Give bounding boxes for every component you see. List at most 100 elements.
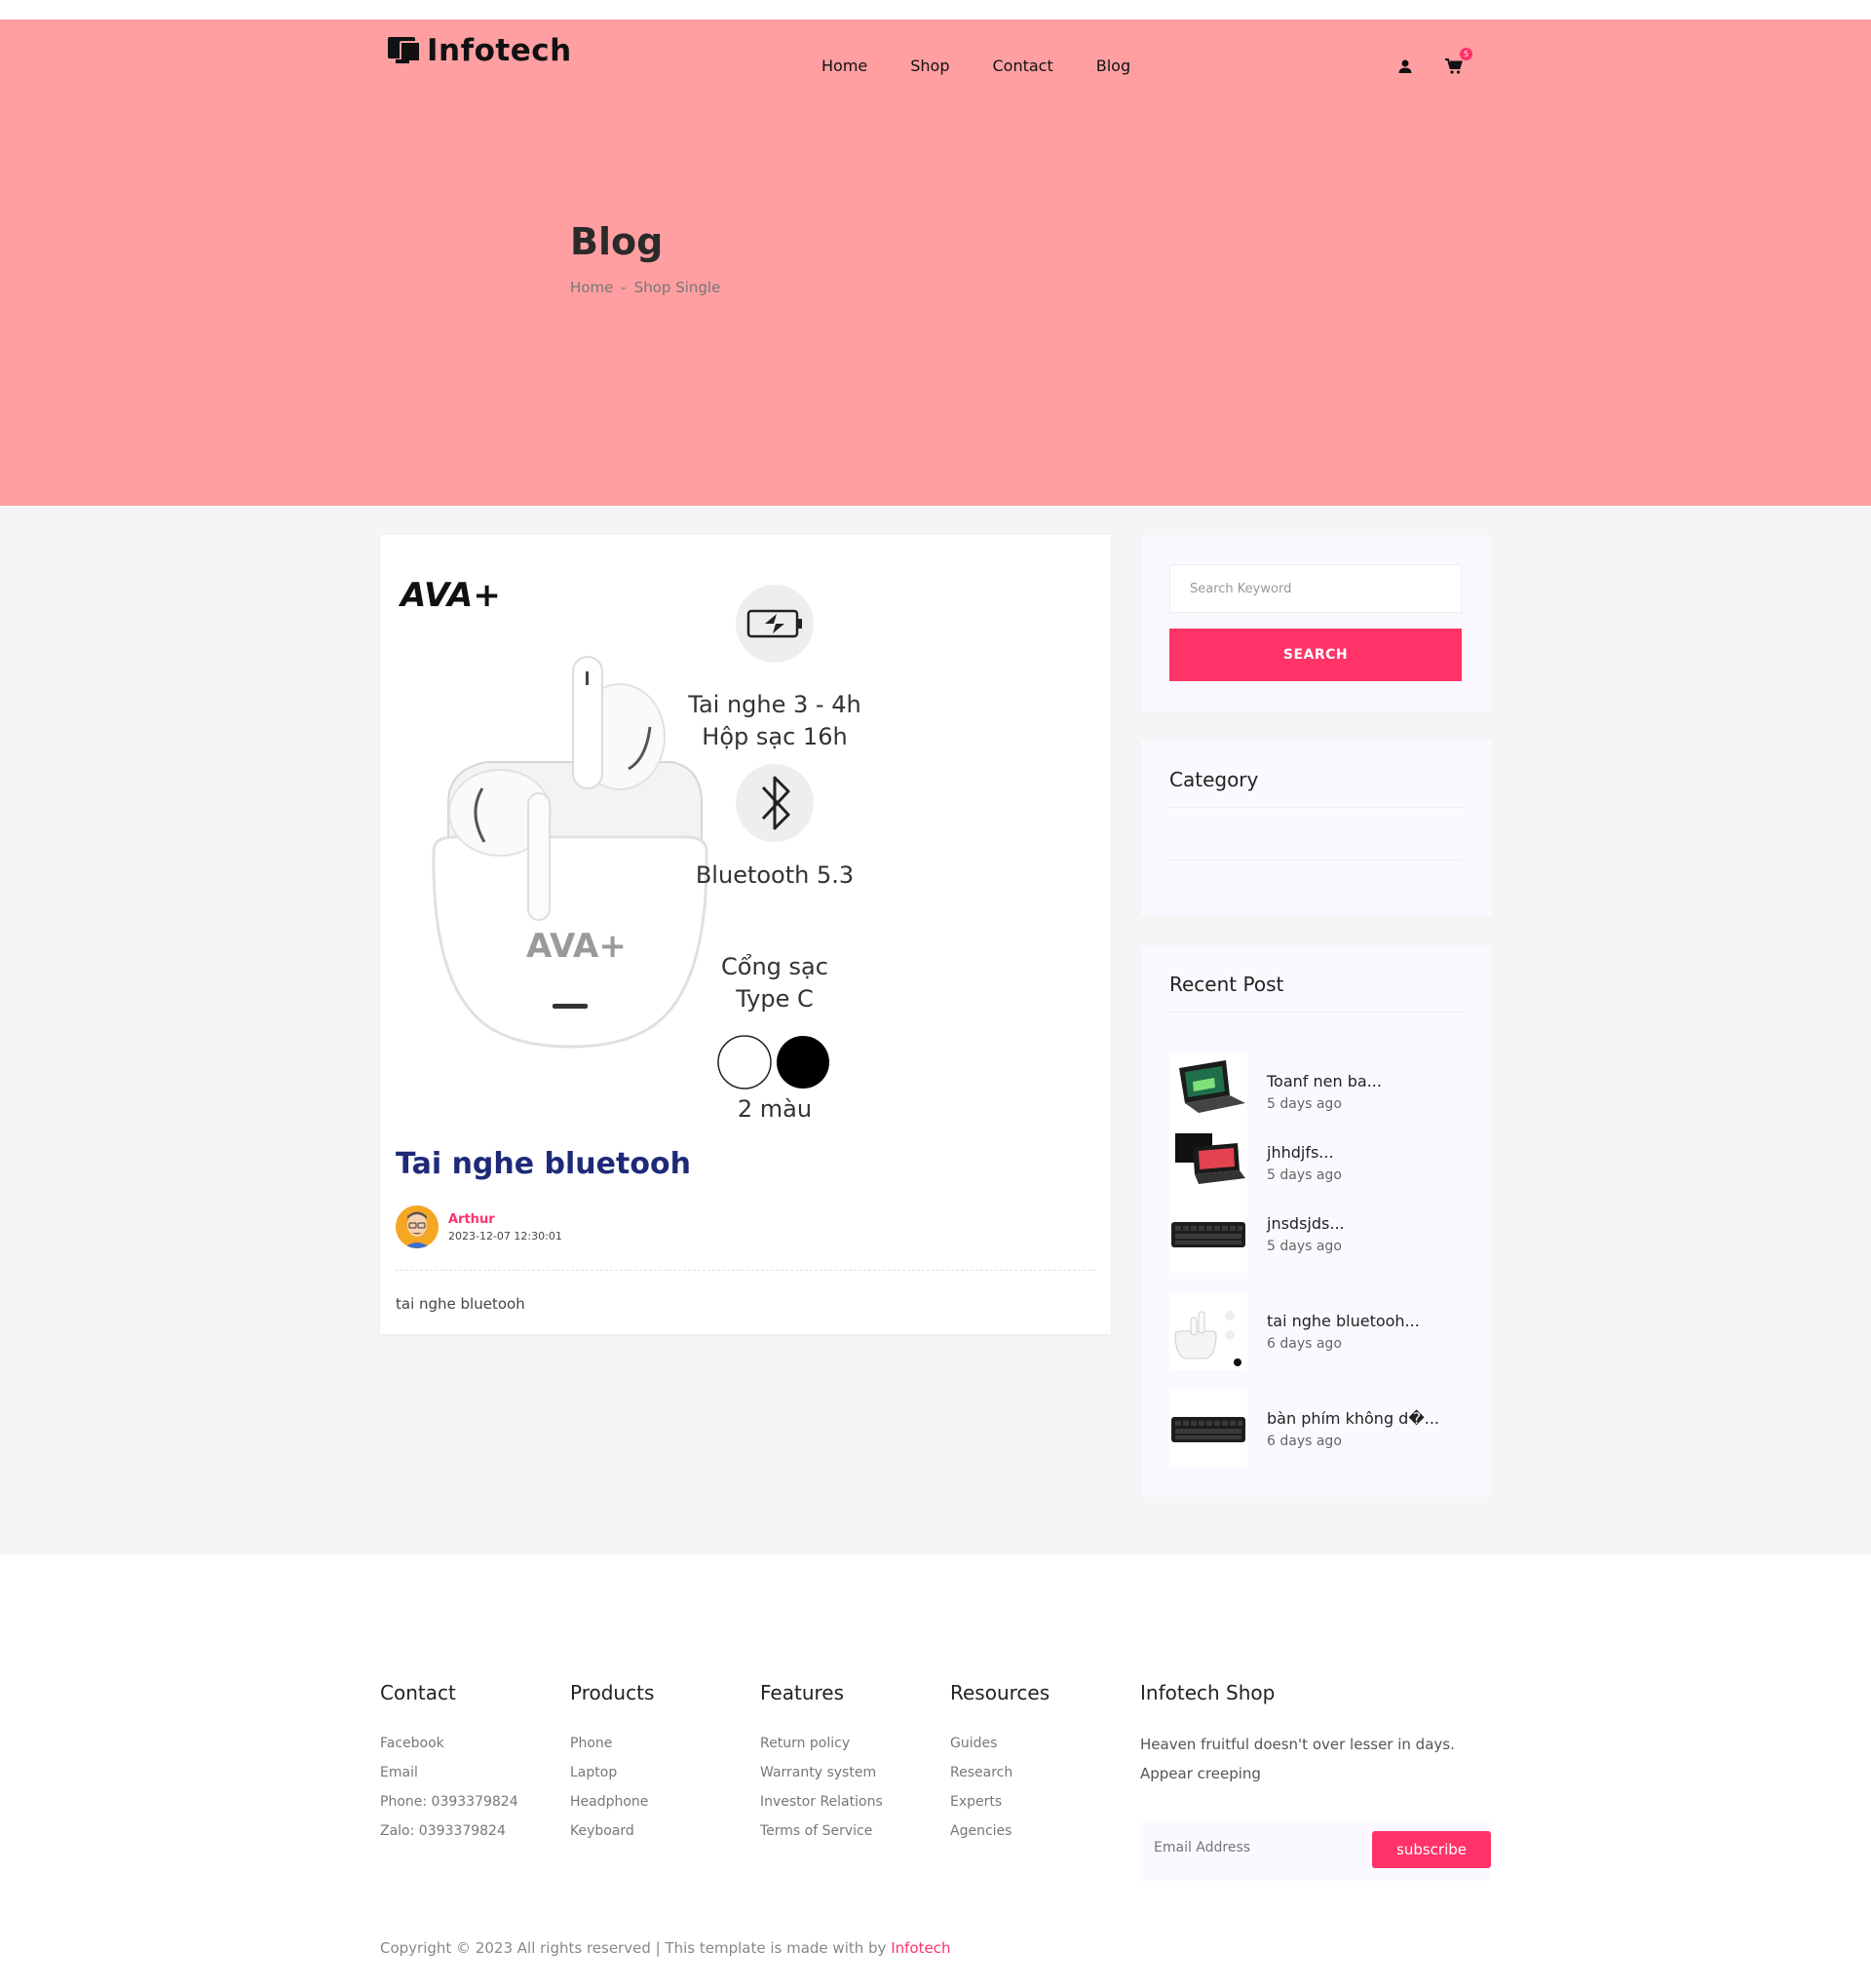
nav-home[interactable]: Home [821, 57, 867, 75]
feature-bluetooth: Bluetooth 5.3 [696, 861, 854, 889]
recent-post-name[interactable]: tai nghe bluetooh... [1267, 1312, 1420, 1330]
recent-post-time: 5 days ago [1267, 1095, 1342, 1112]
recent-post-item[interactable]: bàn phím không d�... 6 days ago [1169, 1390, 1439, 1468]
feature-battery-line2: Hộp sạc 16h [702, 723, 847, 750]
search-input[interactable] [1169, 564, 1462, 613]
footer-column-title: Features [760, 1681, 844, 1704]
recent-post-item[interactable]: Toanf nen ba... 5 days ago [1169, 1052, 1382, 1130]
recent-post-name[interactable]: bàn phím không d�... [1267, 1409, 1439, 1428]
footer-link[interactable]: Investor Relations [760, 1794, 883, 1810]
footer-link[interactable]: Agencies [950, 1823, 1050, 1839]
cart-icon[interactable]: 5 [1444, 48, 1472, 76]
footer-link[interactable]: Phone: 0393379824 [380, 1794, 518, 1810]
recent-post-name[interactable]: Toanf nen ba... [1267, 1072, 1382, 1090]
footer-link[interactable]: Guides [950, 1736, 1050, 1751]
newsletter-form: subscribe [1140, 1822, 1491, 1881]
breadcrumb-current: Shop Single [633, 279, 721, 296]
footer-link[interactable]: Terms of Service [760, 1823, 883, 1839]
footer-column-title: Resources [950, 1681, 1050, 1704]
brand-logo: AVA+ [398, 576, 501, 615]
footer-shop-title: Infotech Shop [1140, 1681, 1276, 1704]
recent-post-time: 5 days ago [1267, 1238, 1342, 1254]
avatar [396, 1205, 439, 1248]
logo-text: Infotech [427, 33, 572, 68]
recent-post-name[interactable]: jnsdsjds... [1267, 1214, 1345, 1233]
author-info: Arthur 2023-12-07 12:30:01 [396, 1205, 562, 1248]
nav-blog[interactable]: Blog [1096, 57, 1130, 75]
footer-shop-description: Heaven fruitful doesn't over lesser in d… [1140, 1736, 1455, 1782]
footer-column-title: Contact [380, 1681, 456, 1704]
footer-link[interactable]: Headphone [570, 1794, 654, 1810]
footer-column-resources: Resources Guides Research Experts Agenci… [950, 1681, 1050, 1853]
recent-post-item[interactable]: jnsdsjds... 5 days ago [1169, 1195, 1345, 1273]
copyright-brand-link[interactable]: Infotech [891, 1939, 950, 1957]
search-widget: SEARCH [1141, 535, 1492, 712]
footer-column-features: Features Return policy Warranty system I… [760, 1681, 883, 1853]
search-button[interactable]: SEARCH [1169, 629, 1462, 681]
category-widget: Category [1141, 741, 1492, 916]
feature-port-line1: Cổng sạc [721, 953, 828, 980]
feature-colors: 2 màu [738, 1095, 812, 1123]
breadcrumb-home[interactable]: Home [570, 279, 613, 296]
breadcrumb-separator: - [621, 279, 627, 296]
nav-contact[interactable]: Contact [993, 57, 1053, 75]
footer-link[interactable]: Phone [570, 1736, 654, 1751]
footer-link[interactable]: Facebook [380, 1736, 518, 1751]
recent-post-thumbnail [1169, 1292, 1247, 1370]
recent-post-thumbnail [1169, 1124, 1247, 1202]
top-navigation: Infotech Home Shop Contact Blog 5 [0, 19, 1871, 78]
category-title: Category [1169, 768, 1259, 791]
recent-post-item[interactable]: tai nghe bluetooh... 6 days ago [1169, 1292, 1420, 1370]
recent-divider [1169, 1012, 1462, 1013]
copyright: Copyright © 2023 All rights reserved | T… [380, 1939, 950, 1957]
breadcrumb: Home - Shop Single [570, 279, 720, 296]
recent-post-name[interactable]: jhhdjfs... [1267, 1143, 1342, 1162]
cart-count-badge: 5 [1460, 48, 1472, 60]
recent-post-time: 6 days ago [1267, 1335, 1342, 1352]
subscribe-button[interactable]: subscribe [1372, 1831, 1491, 1868]
earbuds-product-image: AVA+ AVA+ Tai nghe 3 - 4h Hộp sạc 16h Bl… [398, 576, 861, 1123]
category-divider [1169, 807, 1462, 808]
footer-link[interactable]: Research [950, 1765, 1050, 1780]
user-icon[interactable] [1395, 57, 1415, 76]
recent-post-thumbnail [1169, 1195, 1247, 1273]
monitor-logo-icon [388, 35, 423, 66]
footer-column-products: Products Phone Laptop Headphone Keyboard [570, 1681, 654, 1853]
post-body: tai nghe bluetooh [396, 1295, 525, 1313]
page: Infotech Home Shop Contact Blog 5 Blog H… [0, 0, 1871, 1988]
copyright-text: Copyright © 2023 All rights reserved | T… [380, 1939, 887, 1957]
footer-column-title: Products [570, 1681, 655, 1704]
hero-banner: Infotech Home Shop Contact Blog 5 Blog H… [0, 19, 1871, 506]
footer-link[interactable]: Email [380, 1765, 518, 1780]
page-title: Blog [570, 220, 664, 263]
footer-column-shop: Infotech Shop Heaven fruitful doesn't ov… [1140, 1681, 1471, 1788]
recent-posts-widget: Recent Post Toanf nen ba... 5 days ago j… [1141, 945, 1492, 1497]
footer-link[interactable]: Experts [950, 1794, 1050, 1810]
recent-post-title: Recent Post [1169, 973, 1284, 996]
recent-post-time: 5 days ago [1267, 1166, 1342, 1183]
footer [0, 1554, 1871, 1988]
footer-link[interactable]: Warranty system [760, 1765, 883, 1780]
post-image[interactable]: AVA+ AVA+ Tai nghe 3 - 4h Hộp sạc 16h Bl… [395, 559, 1096, 1164]
email-field[interactable] [1154, 1840, 1349, 1855]
author-name[interactable]: Arthur [448, 1212, 562, 1227]
recent-post-time: 6 days ago [1267, 1433, 1342, 1449]
case-brand: AVA+ [526, 927, 627, 966]
post-title[interactable]: Tai nghe bluetooh [396, 1147, 691, 1181]
feature-battery-line1: Tai nghe 3 - 4h [687, 691, 860, 718]
main-nav: Home Shop Contact Blog [821, 57, 1173, 75]
logo[interactable]: Infotech [388, 29, 572, 72]
post-divider [396, 1270, 1095, 1271]
footer-link[interactable]: Keyboard [570, 1823, 654, 1839]
recent-post-item[interactable]: jhhdjfs... 5 days ago [1169, 1124, 1342, 1202]
footer-link[interactable]: Laptop [570, 1765, 654, 1780]
blog-post-card: AVA+ AVA+ Tai nghe 3 - 4h Hộp sạc 16h Bl… [380, 535, 1111, 1334]
recent-post-thumbnail [1169, 1390, 1247, 1468]
footer-link[interactable]: Return policy [760, 1736, 883, 1751]
feature-port-line2: Type C [735, 985, 814, 1013]
nav-shop[interactable]: Shop [910, 57, 949, 75]
footer-column-contact: Contact Facebook Email Phone: 0393379824… [380, 1681, 518, 1853]
footer-link[interactable]: Zalo: 0393379824 [380, 1823, 518, 1839]
header-icons: 5 [1395, 48, 1472, 76]
recent-post-thumbnail [1169, 1052, 1247, 1130]
